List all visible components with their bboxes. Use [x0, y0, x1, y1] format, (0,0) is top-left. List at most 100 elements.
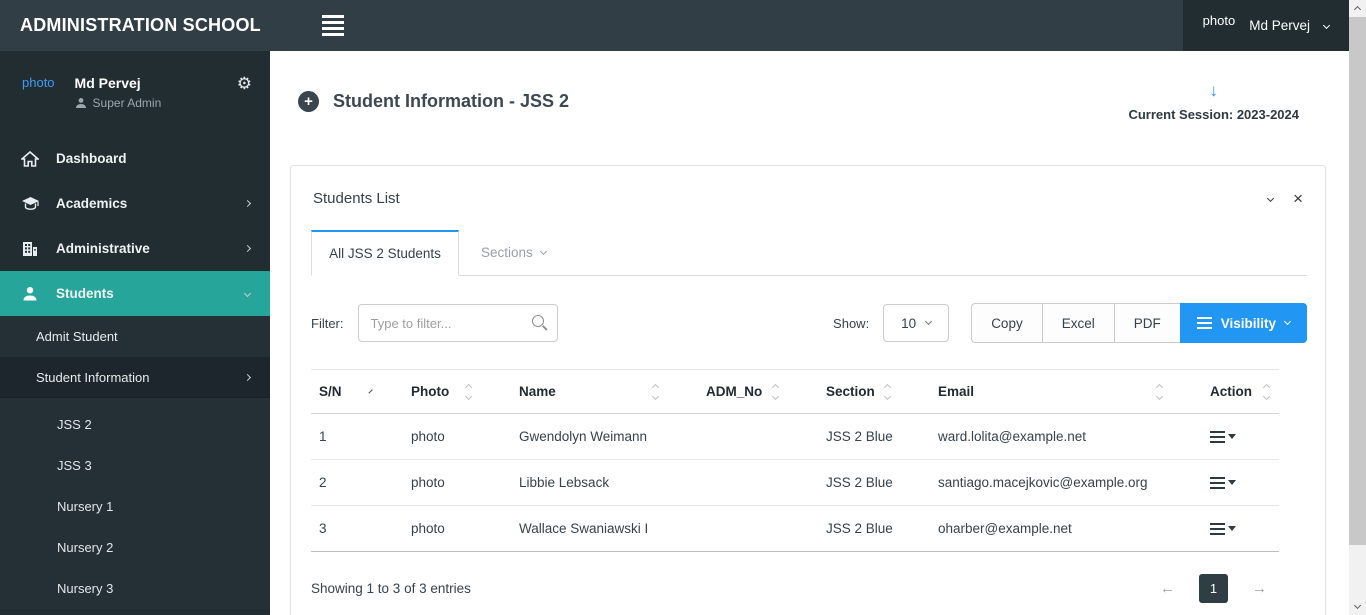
previous-page-arrow[interactable]: ← [1160, 580, 1175, 597]
chevron-down-icon [539, 247, 547, 255]
sidebar-item-nursery-1[interactable]: Nursery 1 [0, 486, 270, 527]
cell-sn: 3 [311, 505, 403, 552]
home-icon [20, 150, 40, 167]
close-card-icon[interactable]: × [1293, 190, 1303, 207]
sidebar-item-label: Academics [56, 196, 128, 211]
row-action-menu-button[interactable] [1210, 430, 1271, 443]
page-title: Student Information - JSS 2 [333, 91, 570, 111]
cell-photo: photo [403, 505, 511, 552]
sidebar-item-nursery-2[interactable]: Nursery 2 [0, 527, 270, 568]
sidebar-item-label: Administrative [56, 241, 150, 256]
graduation-cap-icon [20, 196, 40, 211]
search-icon [531, 315, 544, 327]
cell-photo: photo [403, 459, 511, 506]
excel-button[interactable]: Excel [1041, 303, 1114, 343]
table-row: 1 photo Gwendolyn Weimann JSS 2 Blue war… [311, 413, 1279, 460]
sidebar-item-academics[interactable]: Academics [0, 181, 270, 226]
sidebar: photo Md Pervej Super Admin ⚙ Dashboard [0, 51, 270, 615]
cell-photo: photo [403, 413, 511, 460]
main-content: Student Information - JSS 2 ↓ Current Se… [270, 51, 1349, 615]
students-submenu: Admit Student Student Information JSS 2 … [0, 316, 270, 609]
scroll-down-arrow-icon[interactable] [1349, 599, 1366, 615]
user-menu[interactable]: photo Md Pervej [1182, 0, 1349, 51]
copy-button[interactable]: Copy [971, 303, 1042, 343]
sort-icon [651, 383, 660, 400]
pagination: ← 1 → [1160, 574, 1307, 603]
chevron-down-icon [1322, 21, 1331, 30]
column-header-section[interactable]: Section [818, 369, 930, 414]
submenu-item-label: Admit Student [36, 329, 118, 344]
filter-label: Filter: [311, 315, 344, 331]
column-header-photo[interactable]: Photo [403, 369, 511, 414]
caret-down-icon [1228, 433, 1236, 439]
column-header-email[interactable]: Email [930, 369, 1202, 414]
sidebar-item-label: Dashboard [56, 151, 127, 166]
export-button-group: Copy Excel PDF Visibility [971, 303, 1307, 343]
chevron-down-icon [243, 289, 252, 298]
chevron-right-icon [243, 373, 252, 381]
sort-icon [464, 383, 473, 400]
submenu-item-label: Student Information [36, 369, 150, 385]
cell-name: Gwendolyn Weimann [511, 413, 698, 460]
chevron-down-icon [925, 317, 933, 326]
pdf-button[interactable]: PDF [1113, 303, 1180, 343]
cell-adm-no [698, 459, 818, 506]
column-header-name[interactable]: Name [511, 369, 698, 414]
showing-entries-text: Showing 1 to 3 of 3 entries [311, 581, 471, 596]
session-down-arrow-icon[interactable]: ↓ [1128, 81, 1299, 101]
caret-down-icon [1228, 525, 1236, 531]
window-scrollbar[interactable] [1349, 0, 1366, 615]
sidebar-item-jss-2[interactable]: JSS 2 [0, 404, 270, 445]
current-session-label: Current Session: 2023-2024 [1128, 107, 1299, 122]
cell-name: Libbie Lebsack [511, 459, 698, 506]
person-icon [75, 98, 86, 108]
visibility-button[interactable]: Visibility [1179, 303, 1307, 343]
sidebar-item-nursery-3[interactable]: Nursery 3 [0, 568, 270, 609]
chevron-right-icon [243, 244, 252, 253]
user-name: Md Pervej [1249, 18, 1310, 33]
page-number-button[interactable]: 1 [1199, 574, 1228, 603]
row-action-menu-button[interactable] [1210, 522, 1271, 535]
profile-photo-link[interactable]: photo [22, 75, 55, 90]
cell-section: JSS 2 Blue [818, 505, 930, 552]
column-header-adm-no[interactable]: ADM_No [698, 369, 818, 414]
brand-title: ADMINISTRATION SCHOOL [20, 15, 261, 35]
cell-sn: 2 [311, 459, 403, 506]
table-header-row: S/N Photo Name ADM_No Section Email Acti… [311, 369, 1279, 414]
collapse-card-icon[interactable] [1267, 194, 1275, 202]
scrollbar-thumb[interactable] [1349, 17, 1366, 545]
sidebar-item-student-information[interactable]: Student Information [0, 357, 270, 398]
row-action-menu-button[interactable] [1210, 476, 1271, 489]
sidebar-item-students[interactable]: Students [0, 271, 270, 316]
column-header-sn[interactable]: S/N [311, 369, 403, 414]
add-student-button[interactable] [298, 91, 319, 112]
tab-all-jss2-students[interactable]: All JSS 2 Students [311, 230, 459, 276]
cell-email: ward.lolita@example.net [930, 413, 1202, 460]
building-icon [20, 241, 40, 257]
next-page-arrow[interactable]: → [1252, 580, 1267, 597]
chevron-right-icon [243, 199, 252, 208]
tab-bar: All JSS 2 Students Sections [311, 230, 1307, 276]
sidebar-item-label: Students [56, 286, 114, 301]
gear-icon[interactable]: ⚙ [237, 75, 252, 92]
sidebar-item-dashboard[interactable]: Dashboard [0, 136, 270, 181]
column-header-action[interactable]: Action [1202, 369, 1279, 414]
cell-sn: 1 [311, 413, 403, 460]
caret-down-icon [1228, 479, 1236, 485]
menu-bars-icon [1210, 476, 1225, 489]
tab-sections[interactable]: Sections [459, 230, 568, 275]
top-navbar: ADMINISTRATION SCHOOL photo Md Pervej [0, 0, 1349, 51]
sidebar-toggle-hamburger-icon[interactable] [322, 15, 344, 36]
sidebar-item-admit-student[interactable]: Admit Student [0, 316, 270, 357]
cell-email: oharber@example.net [930, 505, 1202, 552]
student-icon [20, 286, 40, 301]
sidebar-item-jss-3[interactable]: JSS 3 [0, 445, 270, 486]
page-size-select[interactable]: 10 [883, 304, 950, 342]
filter-input[interactable] [357, 304, 558, 342]
sort-asc-icon [367, 389, 373, 394]
profile-role: Super Admin [92, 96, 162, 110]
scroll-up-arrow-icon[interactable] [1349, 0, 1366, 16]
sidebar-item-administrative[interactable]: Administrative [0, 226, 270, 271]
sort-icon [883, 383, 892, 400]
tab-sections-label: Sections [481, 245, 533, 260]
